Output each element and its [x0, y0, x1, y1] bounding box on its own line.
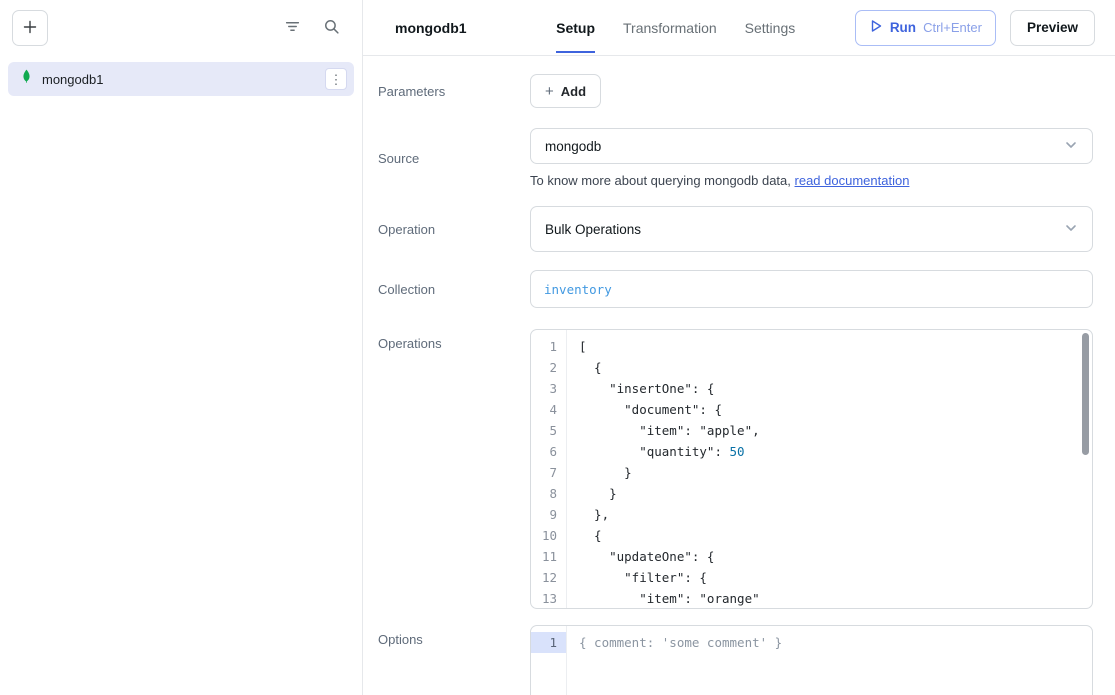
editor-tabs: Setup Transformation Settings: [497, 3, 855, 53]
code-line: [: [579, 336, 1092, 357]
line-number: 3: [531, 378, 566, 399]
line-number: 13: [531, 588, 566, 609]
code-line: "document": {: [579, 399, 1092, 420]
code-area[interactable]: [ { "insertOne": { "document": { "item":…: [567, 330, 1092, 608]
query-title: mongodb1: [395, 20, 467, 36]
source-select[interactable]: mongodb: [530, 128, 1093, 164]
tab-setup[interactable]: Setup: [556, 3, 595, 53]
preview-button[interactable]: Preview: [1010, 10, 1095, 46]
query-list: mongodb1 ⋮: [0, 56, 362, 102]
operation-row: Operation Bulk Operations: [378, 206, 1093, 252]
source-select-value: mongodb: [545, 139, 601, 154]
options-control: 1 { comment: 'some comment' }: [530, 625, 1093, 695]
play-icon: [869, 19, 883, 36]
vertical-scrollbar-thumb[interactable]: [1082, 333, 1089, 455]
search-queries-button[interactable]: [319, 14, 344, 42]
code-line: }: [579, 462, 1092, 483]
line-number: 8: [531, 483, 566, 504]
add-query-button[interactable]: [12, 10, 48, 46]
tab-transformation[interactable]: Transformation: [623, 3, 717, 53]
run-button[interactable]: Run Ctrl+Enter: [855, 10, 996, 46]
read-documentation-link[interactable]: read documentation: [795, 173, 910, 188]
code-line: },: [579, 504, 1092, 525]
operations-row: Operations 12345678910111213 [ { "insert…: [378, 329, 1093, 609]
source-control: mongodb To know more about querying mong…: [530, 128, 1093, 188]
parameters-label: Parameters: [378, 84, 530, 99]
operation-label: Operation: [378, 222, 530, 237]
query-sidebar: mongodb1 ⋮: [0, 0, 363, 695]
source-label: Source: [378, 151, 530, 166]
operation-select[interactable]: Bulk Operations: [530, 206, 1093, 252]
operations-control: 12345678910111213 [ { "insertOne": { "do…: [530, 329, 1093, 609]
add-parameter-button[interactable]: + Add: [530, 74, 601, 108]
line-number: 6: [531, 441, 566, 462]
tab-settings[interactable]: Settings: [745, 3, 796, 53]
line-number: 5: [531, 420, 566, 441]
gutter: 12345678910111213: [531, 330, 567, 608]
line-number: 12: [531, 567, 566, 588]
code-area[interactable]: { comment: 'some comment' }: [567, 626, 1092, 695]
source-helper-text: To know more about querying mongodb data…: [530, 173, 1093, 188]
line-number: 7: [531, 462, 566, 483]
query-form: Parameters + Add Source mongodb To know …: [363, 56, 1115, 695]
collection-control: inventory: [530, 270, 1093, 308]
query-editor-header: mongodb1 Setup Transformation Settings R…: [363, 0, 1115, 56]
query-item-label: mongodb1: [42, 72, 316, 87]
collection-label: Collection: [378, 282, 530, 297]
code-line: "item": "orange": [579, 588, 1092, 608]
collection-row: Collection inventory: [378, 270, 1093, 308]
code-line: "quantity": 50: [579, 441, 1092, 462]
operations-editor[interactable]: 12345678910111213 [ { "insertOne": { "do…: [530, 329, 1093, 609]
kebab-icon: ⋮: [330, 73, 343, 86]
helper-text-prefix: To know more about querying mongodb data…: [530, 173, 795, 188]
chevron-down-icon: [1064, 221, 1078, 238]
line-number: 10: [531, 525, 566, 546]
operation-select-value: Bulk Operations: [545, 222, 641, 237]
collection-input[interactable]: inventory: [530, 270, 1093, 308]
search-icon: [323, 18, 340, 38]
line-number: 9: [531, 504, 566, 525]
source-row: Source mongodb To know more about queryi…: [378, 128, 1093, 188]
filter-queries-button[interactable]: [280, 14, 305, 42]
sidebar-topbar: [0, 0, 362, 56]
options-row: Options 1 { comment: 'some comment' }: [378, 625, 1093, 695]
code-line: "filter": {: [579, 567, 1092, 588]
code-line: {: [579, 525, 1092, 546]
operations-label: Operations: [378, 329, 530, 351]
code-line: "insertOne": {: [579, 378, 1092, 399]
add-parameter-label: Add: [561, 84, 586, 99]
code-line: "updateOne": {: [579, 546, 1092, 567]
gutter: 1: [531, 626, 567, 695]
code-line: }: [579, 483, 1092, 504]
filter-icon: [284, 18, 301, 38]
collection-input-value: inventory: [544, 282, 612, 297]
line-number: 1: [531, 336, 566, 357]
mongodb-leaf-icon: [20, 69, 33, 89]
query-list-item[interactable]: mongodb1 ⋮: [8, 62, 354, 96]
line-number: 11: [531, 546, 566, 567]
parameters-control: + Add: [530, 74, 1093, 108]
code-line: { comment: 'some comment' }: [579, 632, 1092, 653]
line-number: 4: [531, 399, 566, 420]
run-button-label: Run: [890, 20, 916, 35]
operation-control: Bulk Operations: [530, 206, 1093, 252]
code-line: {: [579, 357, 1092, 378]
options-label: Options: [378, 625, 530, 647]
plus-icon: [22, 19, 38, 38]
chevron-down-icon: [1064, 138, 1078, 155]
options-editor[interactable]: 1 { comment: 'some comment' }: [530, 625, 1093, 695]
run-button-shortcut: Ctrl+Enter: [923, 20, 982, 35]
parameters-row: Parameters + Add: [378, 74, 1093, 108]
line-number: 1: [531, 632, 566, 653]
query-editor-panel: mongodb1 Setup Transformation Settings R…: [363, 0, 1115, 695]
plus-icon: +: [545, 83, 554, 100]
query-item-menu-button[interactable]: ⋮: [325, 68, 347, 90]
line-number: 2: [531, 357, 566, 378]
code-line: "item": "apple",: [579, 420, 1092, 441]
